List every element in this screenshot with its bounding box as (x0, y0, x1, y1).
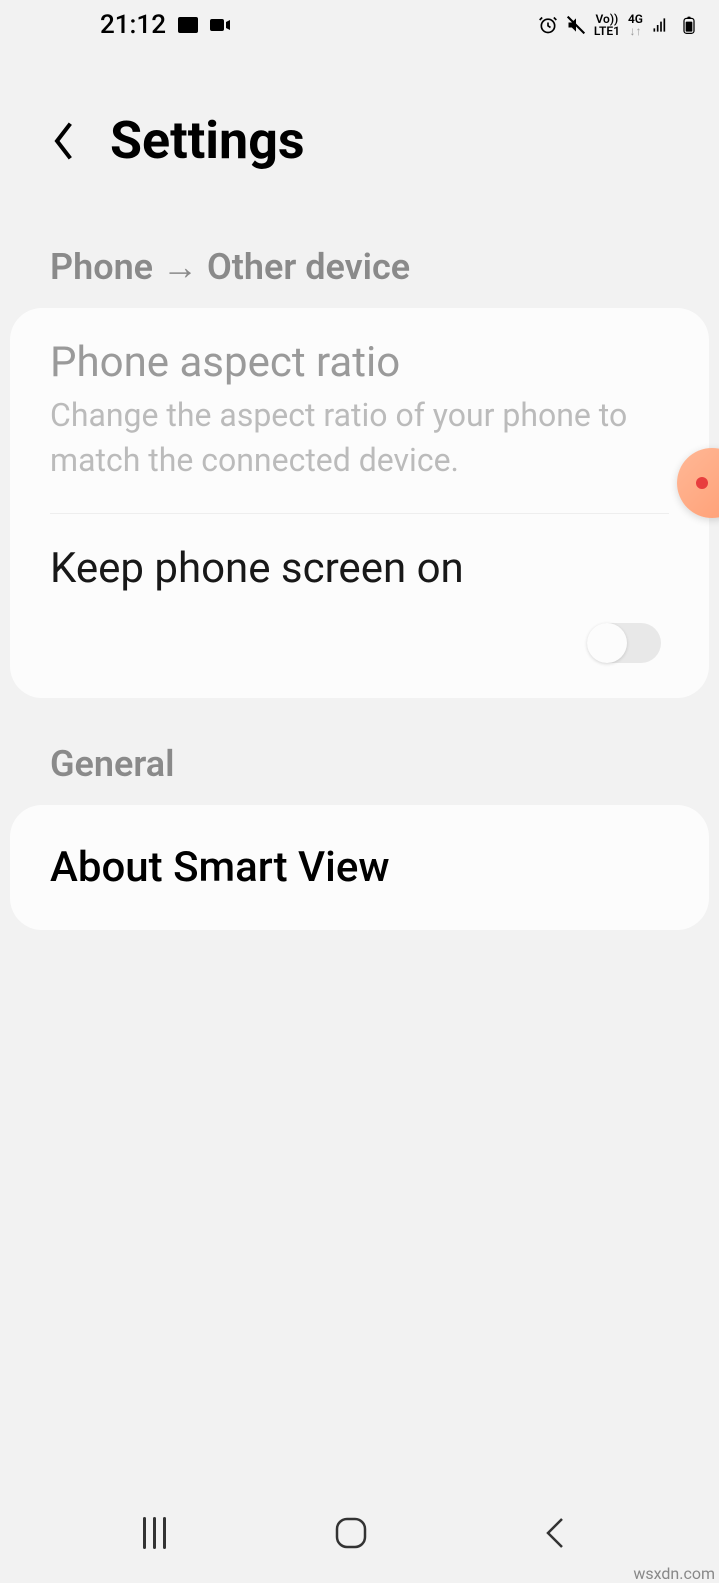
navigation-bar (0, 1483, 719, 1583)
back-icon[interactable] (50, 121, 80, 161)
network-gen-indicator: 4G ↓↑ (628, 13, 643, 37)
signal-icon (651, 15, 671, 35)
battery-icon (679, 15, 699, 35)
item-title: Phone aspect ratio (50, 338, 669, 387)
nav-recents-icon[interactable] (143, 1517, 166, 1549)
status-time: 21:12 (100, 10, 166, 40)
mute-icon (566, 15, 586, 35)
card-general: About Smart View (10, 805, 709, 930)
item-desc: Change the aspect ratio of your phone to… (50, 393, 669, 483)
item-about-smart-view[interactable]: About Smart View (10, 805, 709, 930)
page-header: Settings (0, 50, 719, 201)
section-general-title: General (0, 698, 719, 805)
item-title: Keep phone screen on (50, 544, 669, 593)
nav-home-icon[interactable] (331, 1513, 371, 1553)
item-phone-aspect-ratio[interactable]: Phone aspect ratio Change the aspect rat… (10, 308, 709, 513)
status-bar: 21:12 Vo)) LTE1 4G ↓↑ (0, 0, 719, 50)
volte-indicator: Vo)) LTE1 (594, 13, 620, 37)
nav-back-icon[interactable] (536, 1513, 576, 1553)
alarm-icon (538, 15, 558, 35)
toggle-knob (587, 623, 627, 663)
page-title: Settings (110, 110, 305, 171)
watermark: wsxdn.com (633, 1564, 715, 1583)
card-phone-other: Phone aspect ratio Change the aspect rat… (10, 308, 709, 698)
item-title: About Smart View (50, 843, 669, 892)
toggle-keep-screen-on[interactable] (587, 623, 661, 663)
video-icon (208, 13, 232, 37)
record-dot-icon (696, 477, 708, 489)
item-keep-screen-on[interactable]: Keep phone screen on (10, 514, 709, 698)
section-phone-other-title: Phone → Other device (0, 201, 719, 308)
picture-icon (176, 13, 200, 37)
